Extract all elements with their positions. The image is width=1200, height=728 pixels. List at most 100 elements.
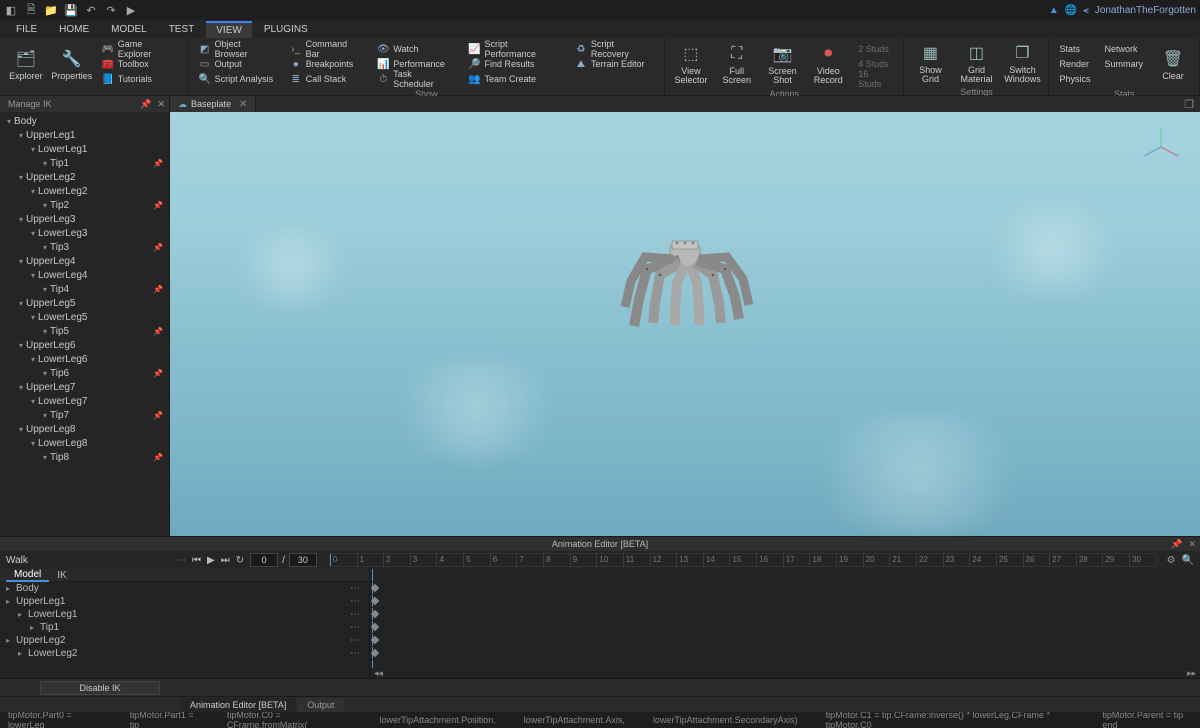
toggle-icon[interactable]: ▾ [4, 117, 14, 126]
loop-button[interactable]: ↻ [236, 555, 244, 566]
toggle-icon[interactable]: ▾ [16, 173, 26, 182]
tree-row[interactable]: ▾Tip4📌 [0, 282, 169, 296]
toggle-icon[interactable]: ▾ [16, 341, 26, 350]
keyframe[interactable] [371, 649, 379, 657]
anim-row[interactable]: ▸UpperLeg1⋯ [0, 595, 369, 608]
pin-icon[interactable]: 📌 [153, 411, 169, 420]
ruler-tick[interactable]: 20 [863, 554, 890, 566]
ruler-tick[interactable]: 7 [516, 554, 543, 566]
axis-gizmo[interactable] [1136, 122, 1186, 172]
stats-button[interactable]: Stats [1055, 42, 1094, 56]
ruler-tick[interactable]: 27 [1049, 554, 1076, 566]
pin-icon[interactable]: 📌 [1171, 539, 1182, 550]
script-analysis-button[interactable]: 🔍Script Analysis [195, 72, 280, 86]
tree-row[interactable]: ▾LowerLeg7 [0, 394, 169, 408]
video-record-button[interactable]: ⏺Video Record [806, 40, 850, 88]
pin-icon[interactable]: 📌 [153, 327, 169, 336]
pin-icon[interactable]: 📌 [153, 285, 169, 294]
zoom-icon[interactable]: 🔍 [1182, 555, 1194, 566]
tree-row[interactable]: ▾UpperLeg4 [0, 254, 169, 268]
object-browser-button[interactable]: ◩Object Browser [195, 42, 280, 56]
view-selector-button[interactable]: ⬚View Selector [669, 40, 713, 88]
ruler-tick[interactable]: 26 [1023, 554, 1050, 566]
keyframe[interactable] [371, 623, 379, 631]
tree-row[interactable]: ▾LowerLeg5 [0, 310, 169, 324]
ruler-tick[interactable]: 10 [596, 554, 623, 566]
tree-row[interactable]: ▾LowerLeg4 [0, 268, 169, 282]
toggle-icon[interactable]: ▾ [40, 243, 50, 252]
row-menu-icon[interactable]: ⋯ [350, 609, 369, 620]
expand-icon[interactable]: ▸ [30, 623, 40, 632]
row-menu-icon[interactable]: ⋯ [350, 622, 369, 633]
current-frame-input[interactable]: 0 [250, 553, 278, 567]
menu-model[interactable]: MODEL [101, 22, 157, 37]
horizontal-scrollbar[interactable]: ◂◂▸▸ [370, 668, 1200, 678]
spider-model[interactable] [585, 211, 785, 351]
ruler-tick[interactable]: 29 [1102, 554, 1129, 566]
tree-row[interactable]: ▾Tip5📌 [0, 324, 169, 338]
toggle-icon[interactable]: ▾ [28, 313, 38, 322]
tab-ik[interactable]: IK [49, 570, 74, 581]
pin-icon[interactable]: 📌 [153, 369, 169, 378]
ruler-tick[interactable]: 15 [729, 554, 756, 566]
ruler-tick[interactable]: 19 [836, 554, 863, 566]
toggle-icon[interactable]: ▾ [40, 159, 50, 168]
sixteen-studs-button[interactable]: 16 Studs [854, 72, 897, 86]
animation-tracks[interactable]: ◂◂▸▸ [370, 569, 1200, 678]
toggle-icon[interactable]: ▾ [28, 439, 38, 448]
render-button[interactable]: Render [1055, 57, 1094, 71]
tree-row[interactable]: ▾UpperLeg7 [0, 380, 169, 394]
find-results-button[interactable]: 🔎Find Results [464, 57, 565, 71]
toggle-icon[interactable]: ▾ [40, 369, 50, 378]
ruler-tick[interactable]: 9 [570, 554, 597, 566]
grid-material-button[interactable]: ◫Grid Material [954, 40, 998, 86]
track[interactable] [370, 647, 1200, 660]
summary-button[interactable]: Summary [1100, 57, 1147, 71]
full-screen-button[interactable]: ⛶Full Screen [715, 40, 759, 88]
team-create-button[interactable]: 👥Team Create [464, 72, 565, 86]
save-icon[interactable]: 💾 [64, 3, 78, 17]
toggle-icon[interactable]: ▾ [40, 201, 50, 210]
two-studs-button[interactable]: 2 Studs [854, 42, 897, 56]
tree-row[interactable]: ▾Tip3📌 [0, 240, 169, 254]
screen-shot-button[interactable]: 📷Screen Shot [761, 40, 805, 88]
ruler-tick[interactable]: 11 [623, 554, 650, 566]
toggle-icon[interactable]: ▾ [40, 453, 50, 462]
ruler-tick[interactable]: 30 [1129, 554, 1156, 566]
anim-row[interactable]: ▸Tip1⋯ [0, 621, 369, 634]
toggle-icon[interactable]: ▾ [40, 285, 50, 294]
toggle-icon[interactable]: ▾ [40, 327, 50, 336]
menu-plugins[interactable]: PLUGINS [254, 22, 318, 37]
tree-row[interactable]: ▾LowerLeg1 [0, 142, 169, 156]
call-stack-button[interactable]: ≣Call Stack [286, 72, 368, 86]
keyframe[interactable] [371, 584, 379, 592]
ruler-tick[interactable]: 12 [650, 554, 677, 566]
pin-icon[interactable]: 📌 [153, 453, 169, 462]
row-menu-icon[interactable]: ⋯ [350, 635, 369, 646]
track[interactable] [370, 595, 1200, 608]
ruler-tick[interactable]: 2 [383, 554, 410, 566]
keyframe[interactable] [371, 636, 379, 644]
ruler-tick[interactable]: 21 [889, 554, 916, 566]
anim-row[interactable]: ▸LowerLeg2⋯ [0, 647, 369, 660]
tab-output[interactable]: Output [297, 698, 344, 712]
properties-button[interactable]: 🔧Properties [50, 40, 94, 88]
show-grid-button[interactable]: ▦Show Grid [908, 40, 952, 86]
ruler-tick[interactable]: 22 [916, 554, 943, 566]
toggle-icon[interactable]: ▾ [16, 299, 26, 308]
ruler-tick[interactable]: 24 [969, 554, 996, 566]
tree-row[interactable]: ▾UpperLeg2 [0, 170, 169, 184]
open-icon[interactable]: 📁 [44, 3, 58, 17]
playhead[interactable] [330, 554, 331, 566]
track[interactable] [370, 582, 1200, 595]
anim-row[interactable]: ▸Body⋯ [0, 582, 369, 595]
pin-icon[interactable]: 📌 [140, 99, 151, 110]
ruler-tick[interactable]: 8 [543, 554, 570, 566]
ruler-tick[interactable]: 17 [783, 554, 810, 566]
ik-tree[interactable]: ▾Body▾UpperLeg1▾LowerLeg1▾Tip1📌▾UpperLeg… [0, 112, 169, 536]
anim-row[interactable]: ▸UpperLeg2⋯ [0, 634, 369, 647]
tree-row[interactable]: ▾LowerLeg3 [0, 226, 169, 240]
scroll-right-icon[interactable]: ▸▸ [1187, 668, 1196, 679]
terrain-editor-button[interactable]: ⛰Terrain Editor [571, 57, 658, 71]
tree-row[interactable]: ▾Tip6📌 [0, 366, 169, 380]
